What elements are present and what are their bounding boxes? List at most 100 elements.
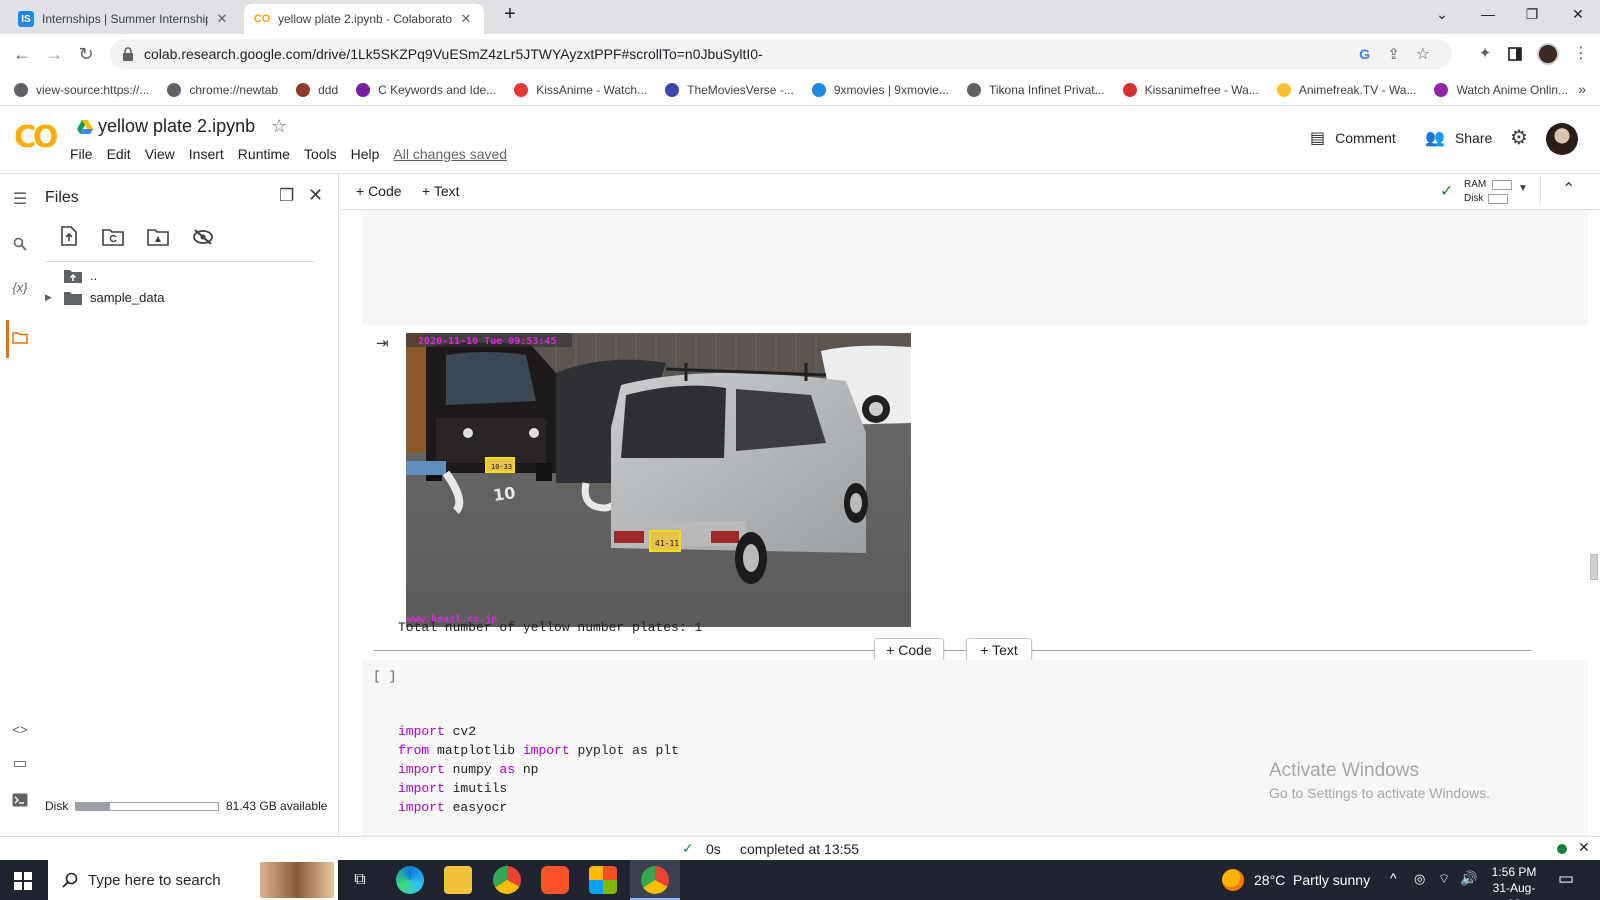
folder-row-sample-data[interactable]: ▶ sample_data: [45, 290, 164, 305]
microsoft-store-icon[interactable]: [589, 866, 617, 894]
close-window-button[interactable]: ✕: [1566, 6, 1590, 26]
activate-windows-subtitle: Go to Settings to activate Windows.: [1269, 785, 1490, 801]
output-actions-icon[interactable]: ⇥: [376, 334, 389, 352]
menu-tools[interactable]: Tools: [304, 146, 337, 162]
bookmark-item[interactable]: chrome://newtab: [167, 82, 278, 97]
google-lens-icon[interactable]: G: [1359, 46, 1370, 62]
side-panel-icon[interactable]: [1504, 43, 1526, 65]
folder-icon[interactable]: [8, 326, 32, 350]
windows-start-icon[interactable]: [14, 872, 32, 893]
notebook-content: ⇥ 10 10-33 41-11 2020-11-10 Tue 09:53:45…: [340, 210, 1600, 836]
insert-text-cell-button[interactable]: + Text: [966, 638, 1032, 662]
volume-icon[interactable]: 🔊: [1460, 870, 1477, 887]
share-page-icon[interactable]: ⇪: [1387, 45, 1400, 63]
execution-count[interactable]: [ ]: [373, 667, 396, 686]
edge-browser-icon[interactable]: [396, 866, 424, 894]
minimize-button[interactable]: —: [1476, 6, 1500, 26]
colab-logo[interactable]: CO: [14, 120, 58, 155]
weather-text[interactable]: 28°C Partly sunny: [1254, 872, 1370, 888]
add-code-cell-button[interactable]: + Code: [356, 183, 402, 199]
taskbar-clock[interactable]: 1:56 PM 31-Aug-23: [1486, 864, 1542, 900]
bookmark-item[interactable]: Tikona Infinet Privat...: [966, 82, 1105, 97]
close-status-icon[interactable]: ✕: [1578, 839, 1590, 856]
show-hidden-icons[interactable]: ^: [1390, 870, 1397, 886]
menu-help[interactable]: Help: [351, 146, 380, 162]
runtime-dropdown-icon[interactable]: ▼: [1518, 183, 1528, 194]
bookmark-label: Kissanimefree - Wa...: [1144, 82, 1259, 97]
close-tab-icon[interactable]: ✕: [458, 11, 474, 27]
brave-browser-icon[interactable]: [541, 866, 569, 894]
star-notebook-icon[interactable]: ☆: [271, 116, 287, 137]
share-button[interactable]: 👥 Share: [1425, 128, 1492, 148]
notebook-title[interactable]: yellow plate 2.ipynb: [98, 116, 255, 137]
upload-file-icon[interactable]: [60, 226, 78, 249]
comment-button[interactable]: ▤ Comment: [1310, 128, 1396, 148]
bookmark-item[interactable]: 9xmovies | 9xmovie...: [811, 82, 949, 97]
close-panel-icon[interactable]: ✕: [308, 185, 323, 206]
webcam-icon[interactable]: ◎: [1414, 871, 1425, 887]
bookmark-item[interactable]: Animefreak.TV - Wa...: [1276, 82, 1416, 97]
code-cell[interactable]: [ ] import cv2 from matplotlib import pyp…: [362, 660, 1588, 836]
table-of-contents-icon[interactable]: ☰: [8, 188, 32, 212]
url-text[interactable]: colab.research.google.com/drive/1Lk5SKZP…: [144, 46, 763, 62]
expand-arrow-icon[interactable]: ▶: [45, 292, 59, 303]
wifi-icon[interactable]: ⌔: [1438, 871, 1450, 887]
bookmark-item[interactable]: view-source:https://...: [14, 82, 149, 97]
bookmark-item[interactable]: Kissanimefree - Wa...: [1122, 82, 1259, 97]
forward-button[interactable]: →: [43, 43, 65, 65]
bookmark-item[interactable]: ddd: [296, 82, 338, 97]
code-editor[interactable]: import cv2 from matplotlib import pyplot …: [398, 722, 679, 817]
settings-gear-icon[interactable]: ⚙: [1510, 125, 1528, 150]
command-palette-icon[interactable]: ▭: [8, 752, 32, 776]
chrome-running-app[interactable]: [630, 860, 680, 900]
taskbar-search-box[interactable]: Type here to search: [48, 860, 338, 900]
chrome-icon[interactable]: [493, 866, 521, 894]
vertical-scrollbar-thumb[interactable]: [1590, 554, 1598, 580]
file-explorer-icon[interactable]: [444, 866, 472, 894]
restore-button[interactable]: ❐: [1520, 6, 1544, 26]
refresh-folder-icon[interactable]: [102, 228, 124, 249]
search-icon[interactable]: [8, 232, 32, 256]
menu-file[interactable]: File: [70, 146, 93, 162]
add-text-cell-button[interactable]: + Text: [422, 183, 460, 199]
bookmark-item[interactable]: TheMoviesVerse -...: [665, 82, 794, 97]
bookmark-item[interactable]: KissAnime - Watch...: [514, 82, 647, 97]
notifications-icon[interactable]: ▭: [1558, 869, 1574, 889]
code-keyword: import: [398, 781, 445, 796]
close-tab-icon[interactable]: ✕: [214, 11, 230, 27]
tab-search-dropdown-icon[interactable]: ⌄: [1430, 6, 1454, 26]
bookmark-item[interactable]: C Keywords and Ide...: [356, 82, 496, 97]
user-avatar[interactable]: [1546, 123, 1578, 155]
collapse-header-icon[interactable]: ⌃: [1562, 179, 1575, 199]
open-in-tab-icon[interactable]: ❐: [279, 186, 294, 206]
bookmark-label: Tikona Infinet Privat...: [988, 82, 1105, 97]
menu-runtime[interactable]: Runtime: [238, 146, 290, 162]
extensions-icon[interactable]: ✦: [1474, 43, 1496, 65]
completed-status[interactable]: completed at 13:55: [740, 841, 859, 857]
save-status-link[interactable]: All changes saved: [393, 146, 507, 162]
new-tab-button[interactable]: +: [498, 3, 522, 25]
variables-icon[interactable]: {x}: [8, 276, 32, 300]
terminal-icon[interactable]: [8, 788, 32, 812]
back-button[interactable]: ←: [11, 43, 33, 65]
bookmark-star-icon[interactable]: ☆: [1416, 44, 1430, 64]
tab-colab[interactable]: CO yellow plate 2.ipynb - Colaborato ✕: [244, 4, 484, 34]
task-view-icon[interactable]: ⧉: [346, 866, 374, 894]
code-snippets-icon[interactable]: <>: [8, 718, 32, 742]
tab-internships[interactable]: IS Internships | Summer Internship 2 ✕: [8, 4, 240, 34]
more-bookmarks-icon[interactable]: »: [1578, 81, 1586, 97]
menu-view[interactable]: View: [145, 146, 175, 162]
parent-directory-row[interactable]: ..: [64, 268, 97, 283]
bookmark-item[interactable]: Watch Anime Onlin...: [1434, 82, 1568, 97]
profile-avatar[interactable]: [1537, 43, 1559, 65]
previous-code-cell[interactable]: [362, 210, 1588, 325]
reload-button[interactable]: ↻: [75, 43, 97, 65]
resource-monitor[interactable]: RAM Disk: [1464, 178, 1513, 206]
menu-edit[interactable]: Edit: [107, 146, 131, 162]
mount-drive-icon[interactable]: [147, 228, 169, 249]
menu-insert[interactable]: Insert: [189, 146, 224, 162]
chrome-menu-icon[interactable]: ⋮: [1570, 43, 1592, 65]
insert-code-cell-button[interactable]: + Code: [874, 638, 944, 662]
url-omnibox[interactable]: colab.research.google.com/drive/1Lk5SKZP…: [110, 39, 1452, 69]
toggle-hidden-files-icon[interactable]: [192, 228, 214, 249]
